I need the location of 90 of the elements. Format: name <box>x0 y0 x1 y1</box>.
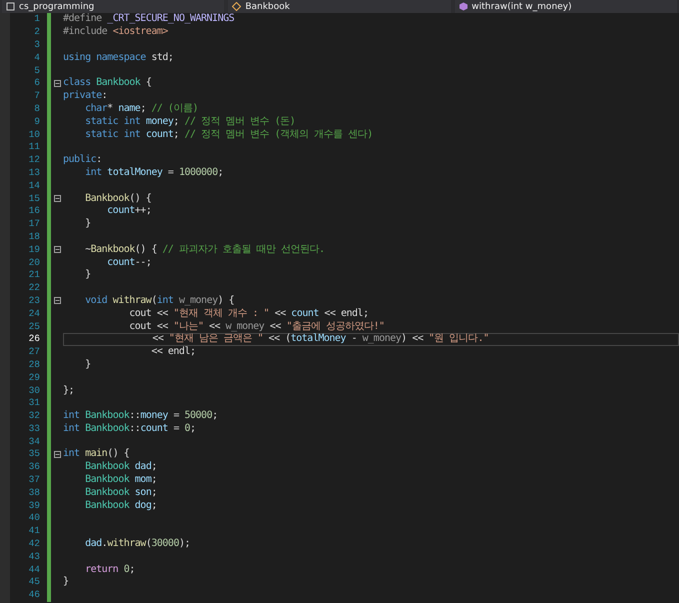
line-number: 12 <box>28 154 40 166</box>
code-line: << "현재 남은 금액은 " << (totalMoney - w_money) << "원 입니다." <box>151 333 489 346</box>
code-line: ~Bankbook() { // 파괴자가 호출될 때만 선언된다. <box>84 244 325 256</box>
line-number: 9 <box>33 116 40 128</box>
line-number: 1 <box>33 13 40 26</box>
line-number: 32 <box>28 410 40 422</box>
class-icon <box>232 2 242 11</box>
line-number: 11 <box>28 141 40 154</box>
line-number: 42 <box>28 538 40 550</box>
code-line: private: <box>63 90 108 102</box>
code-line: << endl; <box>150 346 196 358</box>
code-line: int main() { <box>63 448 130 460</box>
code-line: void withraw(int w_money) { <box>84 294 234 307</box>
code-line: cout << "나는" << w_money << "출금에 성공하였다!" <box>128 320 384 333</box>
code-line: #define _CRT_SECURE_NO_WARNINGS <box>63 13 234 26</box>
collapse-icon[interactable] <box>54 246 60 254</box>
code-line: Bankbook son; <box>84 486 157 499</box>
line-number: 3 <box>33 38 40 51</box>
line-number: 35 <box>28 448 40 460</box>
code-line: Bankbook dog; <box>84 500 157 512</box>
line-number: 6 <box>33 77 40 90</box>
project-icon <box>6 2 15 11</box>
line-number: 38 <box>28 486 40 499</box>
line-number: 36 <box>28 461 40 474</box>
line-number: 5 <box>33 64 40 77</box>
line-number: 37 <box>28 474 40 486</box>
line-number: 41 <box>28 525 40 538</box>
cube-icon <box>458 2 468 11</box>
code-line: }; <box>63 384 74 396</box>
code-line: return 0; <box>84 564 135 576</box>
collapse-icon[interactable] <box>54 297 60 304</box>
line-number: 2 <box>33 26 40 38</box>
line-number: 27 <box>28 346 40 358</box>
line-number: 15 <box>28 192 40 205</box>
code-line: } <box>63 576 69 588</box>
line-number: 14 <box>28 180 40 192</box>
line-number: 4 <box>33 52 40 64</box>
code-line: #include <iostream> <box>63 26 168 38</box>
line-number: 45 <box>28 576 40 588</box>
line-number: 18 <box>28 230 40 243</box>
line-number: 28 <box>28 358 40 371</box>
line-number: 22 <box>28 282 40 294</box>
code-line: } <box>84 358 91 371</box>
code-line: Bankbook dad; <box>84 461 157 474</box>
code-line: int Bankbook::count = 0; <box>63 422 196 435</box>
code-line: public: <box>63 154 102 166</box>
line-number: 13 <box>28 166 40 179</box>
navigation-dropdown[interactable]: Bankbook <box>228 0 451 13</box>
line-number: 29 <box>28 372 40 384</box>
code-line: char* name; // (이름) <box>84 102 198 115</box>
line-number: 40 <box>28 512 40 524</box>
code-line: using namespace std; <box>63 52 174 64</box>
line-number: 43 <box>28 550 40 563</box>
line-number: 21 <box>28 269 40 282</box>
line-number: 7 <box>33 90 40 102</box>
navigation-dropdown[interactable]: withraw(int w_money) <box>454 0 677 13</box>
code-line: Bankbook mom; <box>84 474 157 486</box>
collapse-icon[interactable] <box>54 80 60 87</box>
line-number: 25 <box>28 320 40 333</box>
code-line: count--; <box>106 256 152 269</box>
code-line: count++; <box>106 205 152 218</box>
collapse-icon[interactable] <box>54 450 60 458</box>
line-number: 44 <box>28 564 40 576</box>
line-number: 26 <box>28 333 40 346</box>
line-number: 30 <box>28 384 40 396</box>
line-number: 23 <box>28 294 40 307</box>
line-number: 34 <box>28 436 40 448</box>
line-number: 8 <box>33 102 40 115</box>
collapse-icon[interactable] <box>54 195 60 202</box>
line-number: 16 <box>28 205 40 218</box>
line-number: 46 <box>28 589 40 602</box>
code-line: int Bankbook::money = 50000; <box>63 410 218 422</box>
line-number: 31 <box>28 397 40 410</box>
line-number: 17 <box>28 218 40 230</box>
code-line: int totalMoney = 1000000; <box>84 166 224 179</box>
line-number: 24 <box>28 308 40 320</box>
line-number: 33 <box>28 422 40 435</box>
code-line: Bankbook() { <box>84 192 152 205</box>
line-number: 39 <box>28 500 40 512</box>
code-line: cout << "현재 객체 개수 : " << count << endl; <box>128 308 368 320</box>
code-line: class Bankbook { <box>63 77 152 90</box>
code-line: } <box>84 218 91 230</box>
navigation-dropdown[interactable]: cs_programming <box>2 0 224 13</box>
line-number: 10 <box>28 128 40 141</box>
line-number: 19 <box>28 244 40 256</box>
code-line: } <box>84 269 91 282</box>
code-line: static int money; // 정적 멤버 변수 (돈) <box>84 116 296 128</box>
code-line: static int count; // 정적 멤버 변수 (객체의 개수를 센다) <box>84 128 373 141</box>
line-number: 20 <box>28 256 40 269</box>
code-line: dad.withraw(30000); <box>84 538 190 550</box>
